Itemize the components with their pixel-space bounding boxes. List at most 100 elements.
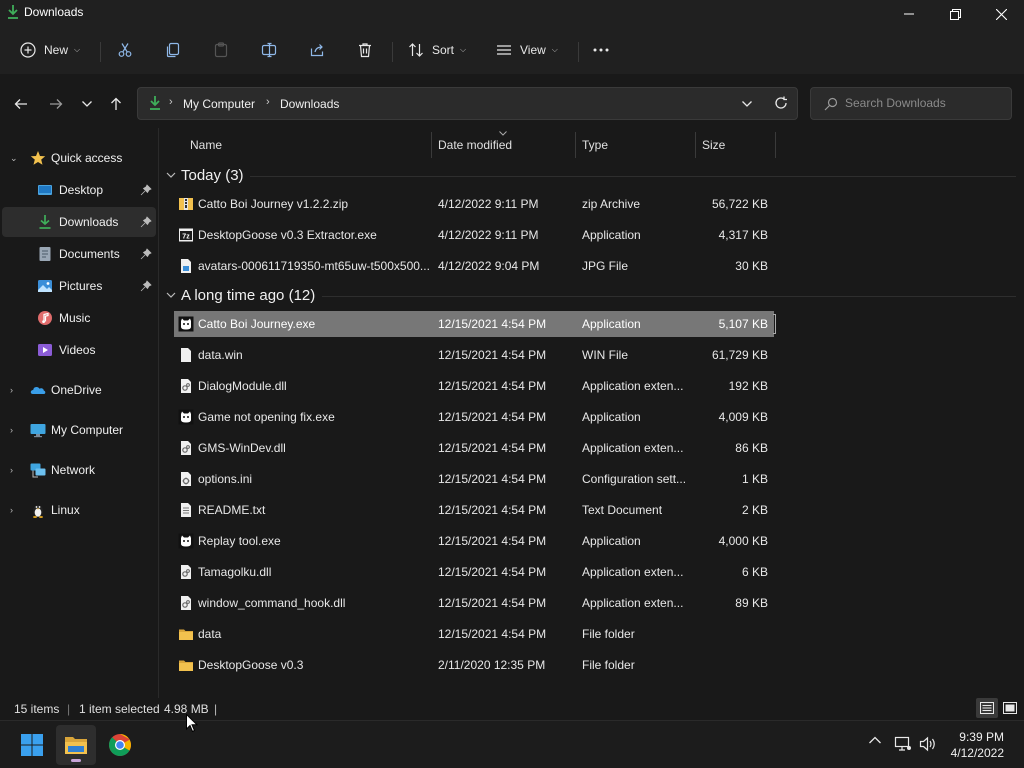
file-date: 12/15/2021 4:54 PM <box>438 534 547 548</box>
network-tray-icon[interactable] <box>894 736 912 752</box>
file-row[interactable]: README.txt 12/15/2021 4:54 PM Text Docum… <box>174 497 774 523</box>
column-divider[interactable] <box>775 132 776 158</box>
paste-button[interactable] <box>213 36 229 64</box>
column-divider[interactable] <box>575 132 576 158</box>
chevron-right-icon[interactable]: › <box>10 385 13 395</box>
sidebar-item-downloads[interactable]: Downloads <box>2 207 156 237</box>
selection-count: 1 item selected <box>79 702 160 716</box>
file-row[interactable]: Catto Boi Journey v1.2.2.zip 4/12/2022 9… <box>174 191 774 217</box>
file-row[interactable]: Tamagolku.dll 12/15/2021 4:54 PM Applica… <box>174 559 774 585</box>
sidebar-item-my-computer[interactable]: › My Computer <box>0 415 156 445</box>
file-type: JPG File <box>582 259 629 273</box>
zip-icon <box>179 198 193 210</box>
chevron-down-icon <box>166 172 176 178</box>
file-type: zip Archive <box>582 197 641 211</box>
recent-locations-button[interactable] <box>75 92 99 116</box>
cat-app-icon <box>178 409 194 425</box>
sidebar-item-quick-access[interactable]: ⌄ Quick access <box>0 143 156 173</box>
refresh-icon[interactable] <box>774 96 788 110</box>
file-row[interactable]: Game not opening fix.exe 12/15/2021 4:54… <box>174 404 774 430</box>
rename-button[interactable] <box>261 36 279 64</box>
chevron-right-icon[interactable]: › <box>10 465 13 475</box>
file-name: options.ini <box>198 472 253 486</box>
status-divider: | <box>67 702 71 716</box>
column-header-name[interactable]: Name <box>190 138 222 164</box>
details-view-button[interactable] <box>976 698 998 718</box>
chevron-right-icon[interactable]: › <box>10 425 13 435</box>
group-header-today[interactable]: Today (3) <box>166 164 244 186</box>
file-row[interactable]: avatars-000611719350-mt65uw-t500x500....… <box>174 253 774 279</box>
search-box[interactable] <box>810 87 1012 120</box>
delete-button[interactable] <box>357 36 373 64</box>
tiles-view-button[interactable] <box>999 698 1021 718</box>
file-date: 12/15/2021 4:54 PM <box>438 441 547 455</box>
column-header-type[interactable]: Type <box>582 138 608 164</box>
start-button[interactable] <box>12 725 52 765</box>
music-icon <box>38 311 52 325</box>
share-button[interactable] <box>309 36 325 64</box>
breadcrumb-downloads[interactable]: Downloads <box>280 97 339 111</box>
pane-splitter[interactable] <box>158 128 159 698</box>
file-row[interactable]: DesktopGoose v0.3 2/11/2020 12:35 PM Fil… <box>174 652 774 678</box>
taskbar: 9:39 PM 4/12/2022 <box>0 720 1024 768</box>
file-row[interactable]: 7z DesktopGoose v0.3 Extractor.exe 4/12/… <box>174 222 774 248</box>
sidebar-item-videos[interactable]: Videos <box>0 335 156 365</box>
breadcrumb-my-computer[interactable]: My Computer <box>183 97 255 111</box>
divider <box>322 296 1016 297</box>
view-button[interactable]: View ⌵ <box>496 36 558 64</box>
file-type: Configuration sett... <box>582 472 687 486</box>
back-button[interactable] <box>9 92 33 116</box>
view-list-icon <box>497 45 511 55</box>
minimize-button[interactable] <box>886 0 932 28</box>
restore-button[interactable] <box>932 0 978 28</box>
file-date: 12/15/2021 4:54 PM <box>438 472 547 486</box>
new-label: New <box>44 43 69 57</box>
file-row[interactable]: data 12/15/2021 4:54 PM File folder <box>174 621 774 647</box>
pin-icon <box>140 184 152 196</box>
file-row[interactable]: GMS-WinDev.dll 12/15/2021 4:54 PM Applic… <box>174 435 774 461</box>
sidebar-item-label: Documents <box>59 247 120 261</box>
taskbar-file-explorer[interactable] <box>56 725 96 765</box>
file-size: 89 KB <box>735 596 768 610</box>
forward-button[interactable] <box>44 92 68 116</box>
chevron-down-icon[interactable]: ⌄ <box>10 153 18 164</box>
volume-icon[interactable] <box>919 736 937 752</box>
file-row[interactable]: Replay tool.exe 12/15/2021 4:54 PM Appli… <box>174 528 774 554</box>
active-indicator <box>71 759 81 762</box>
sidebar-item-linux[interactable]: › Linux <box>0 495 156 525</box>
sidebar-item-onedrive[interactable]: › OneDrive <box>0 375 156 405</box>
search-icon <box>824 97 838 111</box>
column-header-date[interactable]: Date modified <box>438 138 512 164</box>
close-button[interactable] <box>978 0 1024 28</box>
file-row[interactable]: options.ini 12/15/2021 4:54 PM Configura… <box>174 466 774 492</box>
chevron-up-icon[interactable] <box>868 735 882 745</box>
taskbar-chrome[interactable] <box>100 725 140 765</box>
file-date: 12/15/2021 4:54 PM <box>438 565 547 579</box>
new-button[interactable]: New ⌵ <box>20 36 80 64</box>
file-row[interactable]: data.win 12/15/2021 4:54 PM WIN File 61,… <box>174 342 774 368</box>
copy-button[interactable] <box>165 36 181 64</box>
chevron-down-icon[interactable] <box>741 100 753 108</box>
search-input[interactable] <box>845 96 1005 110</box>
more-options-button[interactable] <box>592 36 610 64</box>
file-date: 12/15/2021 4:54 PM <box>438 317 547 331</box>
cut-button[interactable] <box>117 36 133 64</box>
sidebar-item-desktop[interactable]: Desktop <box>0 175 156 205</box>
column-divider[interactable] <box>695 132 696 158</box>
resize-handle <box>773 314 776 334</box>
sort-button[interactable]: Sort ⌵ <box>408 36 466 64</box>
sidebar-item-music[interactable]: Music <box>0 303 156 333</box>
column-header-size[interactable]: Size <box>702 138 725 164</box>
up-button[interactable] <box>104 92 128 116</box>
column-divider[interactable] <box>431 132 432 158</box>
sidebar-item-network[interactable]: › Network <box>0 455 156 485</box>
address-bar[interactable]: › My Computer › Downloads <box>137 87 798 120</box>
file-row[interactable]: window_command_hook.dll 12/15/2021 4:54 … <box>174 590 774 616</box>
file-row[interactable]: Catto Boi Journey.exe 12/15/2021 4:54 PM… <box>174 311 774 337</box>
chevron-right-icon[interactable]: › <box>10 505 13 515</box>
sidebar-item-documents[interactable]: Documents <box>0 239 156 269</box>
group-header-long-ago[interactable]: A long time ago (12) <box>166 284 315 306</box>
file-row[interactable]: DialogModule.dll 12/15/2021 4:54 PM Appl… <box>174 373 774 399</box>
sidebar-item-pictures[interactable]: Pictures <box>0 271 156 301</box>
system-clock[interactable]: 9:39 PM 4/12/2022 <box>951 729 1004 761</box>
